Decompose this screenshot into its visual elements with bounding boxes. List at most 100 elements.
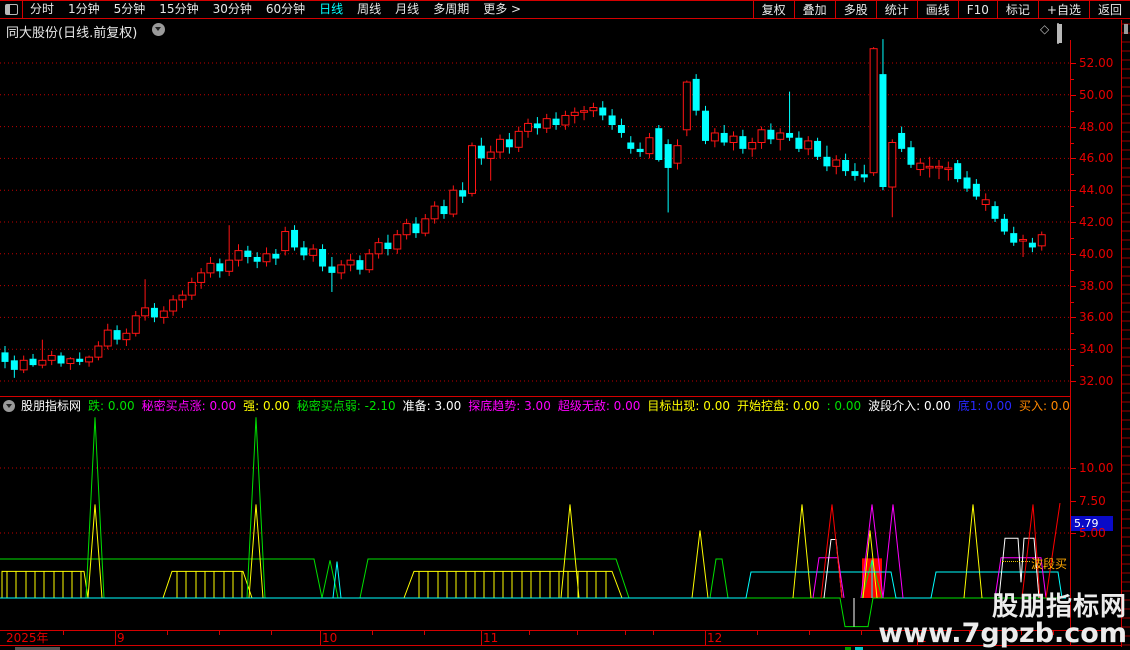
toolbar-item-f10[interactable]: F10 xyxy=(957,1,997,18)
price-axis-label: 46.00 xyxy=(1079,151,1114,166)
price-axis-label: 36.00 xyxy=(1079,310,1114,325)
axis-tick xyxy=(1071,126,1076,128)
indicator-field: 开始控盘: 0.00 xyxy=(736,399,820,413)
axis-tick xyxy=(1071,285,1076,287)
axis-tick xyxy=(1071,381,1076,382)
indicator-field: 秘密买点涨: 0.00 xyxy=(141,399,237,413)
price-axis-label: 38.00 xyxy=(1079,278,1114,293)
toolbar-item-add-watch[interactable]: +自选 xyxy=(1037,1,1089,18)
axis-tick xyxy=(1071,317,1076,319)
toolbar-item-draw[interactable]: 画线 xyxy=(916,1,958,18)
date-tick xyxy=(653,631,654,635)
indicator-field: 超级无敌: 0.00 xyxy=(557,399,641,413)
axis-tick xyxy=(1071,94,1076,96)
axis-tick xyxy=(1071,333,1074,335)
toolbar-item-weekly[interactable]: 周线 xyxy=(350,1,388,18)
indicator-field: 强: 0.00 xyxy=(243,399,290,413)
axis-tick xyxy=(1071,78,1074,80)
right-edge-strip[interactable] xyxy=(1121,20,1130,650)
toolbar-item-1min[interactable]: 1分钟 xyxy=(61,1,107,18)
indicator-field: 买入: 0.00 xyxy=(1018,399,1070,413)
indicator-series-yellow-spike-3 xyxy=(560,504,580,599)
indicator-axis-label: 7.50 xyxy=(1079,493,1106,508)
axis-tick xyxy=(1071,365,1074,367)
watermark-site-name: 股朋指标网 xyxy=(991,592,1127,622)
title-bar: 同大股份(日线.前复权) ◇ xyxy=(0,20,1130,44)
indicator-series-yellow-spike-5 xyxy=(792,504,812,599)
date-separator xyxy=(115,631,116,646)
date-label: 2025年 xyxy=(6,631,49,645)
symbol-title: 同大股份(日线.前复权) xyxy=(6,26,138,41)
toolbar-item-60min[interactable]: 60分钟 xyxy=(259,1,312,18)
date-separator xyxy=(705,631,706,646)
indicator-field: 波段介入: 0.00 xyxy=(868,399,951,413)
watermark-url: www.7gpzb.com xyxy=(878,618,1127,649)
toolbar-item-overlay[interactable]: 叠加 xyxy=(793,1,835,18)
axis-tick xyxy=(1071,500,1076,502)
indicator-field: 探底趋势: 3.00 xyxy=(468,399,551,413)
chevron-down-icon[interactable] xyxy=(152,23,165,36)
axis-tick xyxy=(1071,253,1076,255)
price-axis-label: 52.00 xyxy=(1079,56,1114,70)
toolbar-item-fuquan[interactable]: 复权 xyxy=(752,1,794,18)
date-tick xyxy=(861,631,862,635)
toolbar-item-mark[interactable]: 标记 xyxy=(996,1,1038,18)
main-candlestick-chart[interactable] xyxy=(0,39,1070,396)
top-toolbar: 分时 1分钟 5分钟 15分钟 30分钟 60分钟 日线 周线 月线 多周期 更多 > 复权 叠加 多股… xyxy=(0,0,1130,19)
axis-tick xyxy=(1071,468,1076,469)
toolbar-item-monthly[interactable]: 月线 xyxy=(388,1,426,18)
date-tick xyxy=(625,631,626,635)
date-tick xyxy=(529,631,530,635)
toolbar-item-multi-stock[interactable]: 多股 xyxy=(834,1,876,18)
toolbar-item-daily[interactable]: 日线 xyxy=(312,1,350,18)
price-axis-label: 34.00 xyxy=(1079,342,1114,357)
indicator-field: 底1: 0.00 xyxy=(957,399,1012,413)
toolbar-tools-group: 复权 叠加 多股 统计 画线 F10 标记 +自选 返回 xyxy=(752,1,1130,18)
axis-tick xyxy=(1071,142,1074,144)
toolbar-item-30min[interactable]: 30分钟 xyxy=(206,1,259,18)
diamond-icon[interactable]: ◇ xyxy=(1040,22,1049,36)
app-window: 分时 1分钟 5分钟 15分钟 30分钟 60分钟 日线 周线 月线 多周期 更多 > 复权 叠加 多股… xyxy=(0,0,1130,650)
axis-tick xyxy=(1071,174,1074,176)
date-tick xyxy=(167,631,168,635)
indicator-field: 秘密买点弱: -2.10 xyxy=(296,399,396,413)
watermark: 股朋指标网 www.7gpzb.com xyxy=(878,592,1127,649)
axis-tick xyxy=(1071,222,1076,223)
indicator-field: 准备: 3.00 xyxy=(402,399,462,413)
date-separator xyxy=(320,631,321,646)
date-tick xyxy=(757,631,758,635)
window-split-icon xyxy=(4,4,18,15)
indicator-series-red-spike-2 xyxy=(1021,504,1041,599)
date-label: 12 xyxy=(707,631,723,645)
date-tick xyxy=(809,631,810,635)
toolbar-item-back[interactable]: 返回 xyxy=(1088,1,1130,18)
date-tick xyxy=(271,631,272,635)
date-separator xyxy=(481,631,482,646)
toolbar-item-stats[interactable]: 统计 xyxy=(875,1,917,18)
toolbar-item-15min[interactable]: 15分钟 xyxy=(152,1,205,18)
price-axis-label: 50.00 xyxy=(1079,87,1114,102)
axis-tick xyxy=(1071,158,1076,160)
indicator-series-yellow-spike-4 xyxy=(691,530,709,599)
indicator-series-yellow-spike-7 xyxy=(963,504,983,599)
axis-tick xyxy=(1071,63,1076,64)
indicator-header: 股朋指标网 跌: 0.00 秘密买点涨: 0.00 强: 0.00 秘密买点弱: -2… xyxy=(0,396,1070,414)
indicator-field: 跌: 0.00 xyxy=(88,399,135,413)
toolbar-period-group: 分时 1分钟 5分钟 15分钟 30分钟 60分钟 日线 周线 月线 多周期 更多 > xyxy=(0,1,528,18)
axis-tick xyxy=(1071,237,1074,239)
signal-dotted-leader xyxy=(1002,561,1030,562)
date-tick xyxy=(424,631,425,635)
date-label: 9 xyxy=(117,631,125,645)
price-axis-label: 44.00 xyxy=(1079,183,1114,198)
date-tick xyxy=(577,631,578,635)
toolbar-item-more[interactable]: 更多 > xyxy=(476,1,528,18)
axis-tick xyxy=(1071,301,1074,303)
indicator-field: 目标出现: 0.00 xyxy=(647,399,730,413)
price-axis-label: 42.00 xyxy=(1079,215,1114,229)
toolbar-item-fenshi[interactable]: 分时 xyxy=(23,1,61,18)
date-label: 11 xyxy=(483,631,499,645)
toolbar-item-multi-period[interactable]: 多周期 xyxy=(426,1,476,18)
toolbar-item-5min[interactable]: 5分钟 xyxy=(107,1,153,18)
chevron-down-circle-icon[interactable] xyxy=(3,399,15,412)
window-split-button[interactable] xyxy=(0,1,23,18)
